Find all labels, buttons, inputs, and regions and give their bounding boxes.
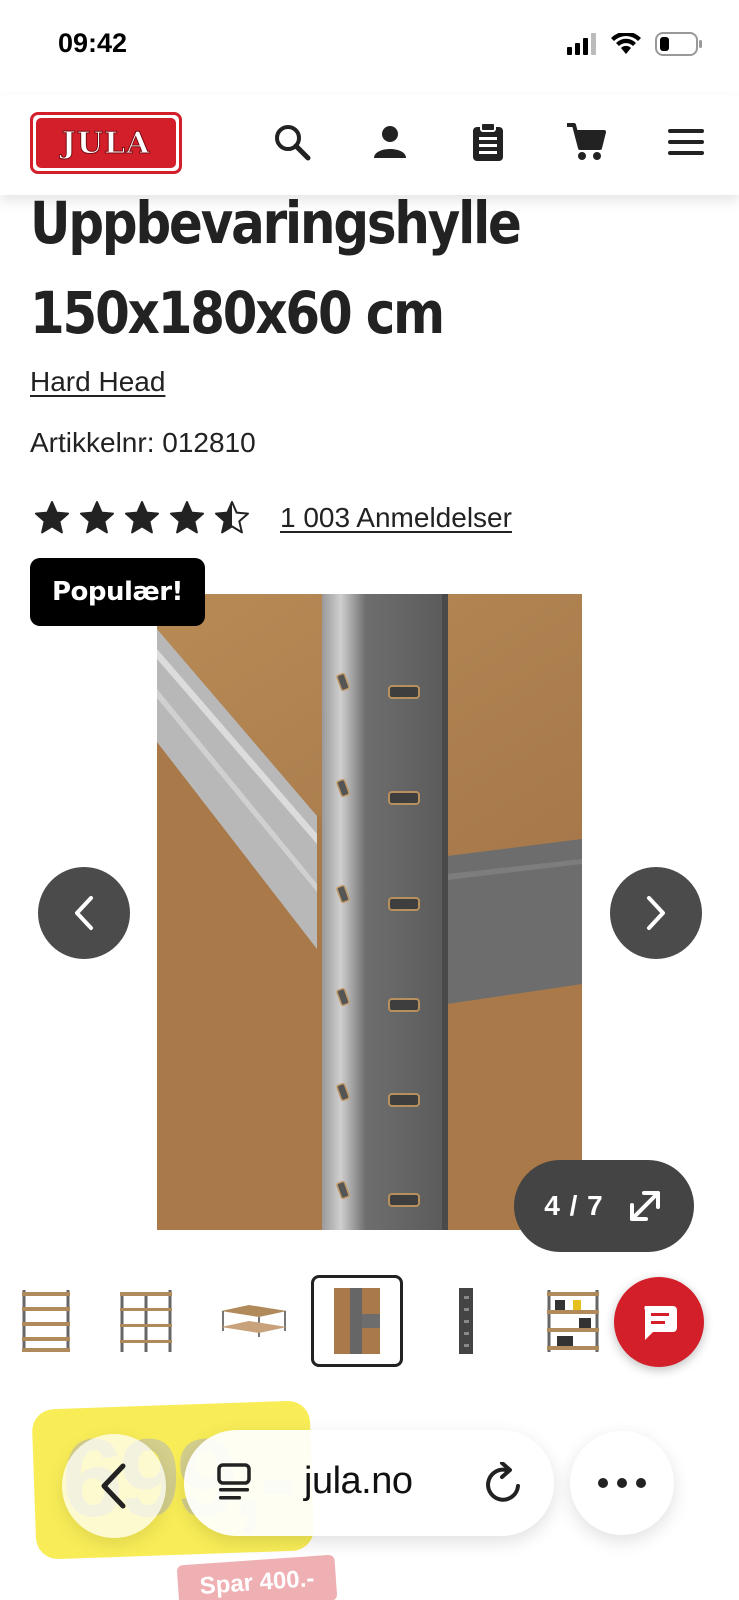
reviews-link[interactable]: 1 003 Anmeldelser [280,502,512,534]
thumbnail-1[interactable] [0,1275,92,1367]
thumbnail-4-active[interactable] [311,1275,403,1367]
thumbnail-5[interactable] [420,1275,512,1367]
browser-back-button[interactable] [62,1434,166,1538]
logo-text: JULA [61,125,151,161]
star-full-icon [170,501,204,534]
address-bar[interactable]: jula.no [184,1430,554,1536]
browser-toolbar: jula.no [62,1430,674,1538]
user-icon[interactable] [368,120,412,164]
article-number: Artikkelnr: 012810 [30,427,256,458]
site-header: JULA [0,95,739,195]
battery-icon [655,32,702,56]
star-full-icon [35,501,69,534]
popular-badge: Populær! [30,558,205,626]
star-full-icon [125,501,159,534]
save-badge: Spar 400.- [176,1554,338,1600]
expand-icon [629,1191,660,1221]
browser-more-button[interactable] [570,1431,674,1535]
rating-stars [34,500,250,536]
status-bar: 09:42 [0,0,739,95]
search-icon[interactable] [270,120,314,164]
product-title: Uppbevaringshylle 150x180x60 cm [30,178,709,358]
previous-image-button[interactable] [38,867,130,959]
back-arrow-icon [101,1463,126,1509]
jula-logo[interactable]: JULA [30,112,182,174]
tab-layout-icon [217,1463,251,1500]
shelf-detail-image [157,594,582,1230]
thumbnail-2[interactable] [100,1275,192,1367]
url-text: jula.no [304,1460,413,1502]
product-title-line2: 150x180x60 cm [30,279,445,347]
product-image[interactable] [157,594,582,1230]
chat-button[interactable] [614,1277,704,1367]
wifi-icon [611,33,641,54]
brand-link[interactable]: Hard Head [30,366,165,398]
status-icons [567,32,703,56]
star-half-icon [215,501,249,534]
next-image-button[interactable] [610,867,702,959]
thumbnail-3[interactable] [208,1275,300,1367]
cart-icon[interactable] [564,120,608,164]
image-counter-button[interactable]: 4 / 7 [514,1160,694,1252]
more-dots-icon [598,1478,646,1488]
star-full-icon [80,501,114,534]
thumbnail-6[interactable] [527,1275,619,1367]
clipboard-icon[interactable] [466,120,510,164]
image-counter: 4 / 7 [544,1190,604,1221]
menu-icon[interactable] [664,120,708,164]
chevron-right-icon [647,896,665,930]
reload-icon[interactable] [484,1462,524,1504]
rating: 1 003 Anmeldelser [34,500,512,536]
chevron-left-icon [75,896,93,930]
status-time: 09:42 [58,28,128,58]
signal-icon [567,33,596,55]
chat-icon [644,1306,677,1340]
